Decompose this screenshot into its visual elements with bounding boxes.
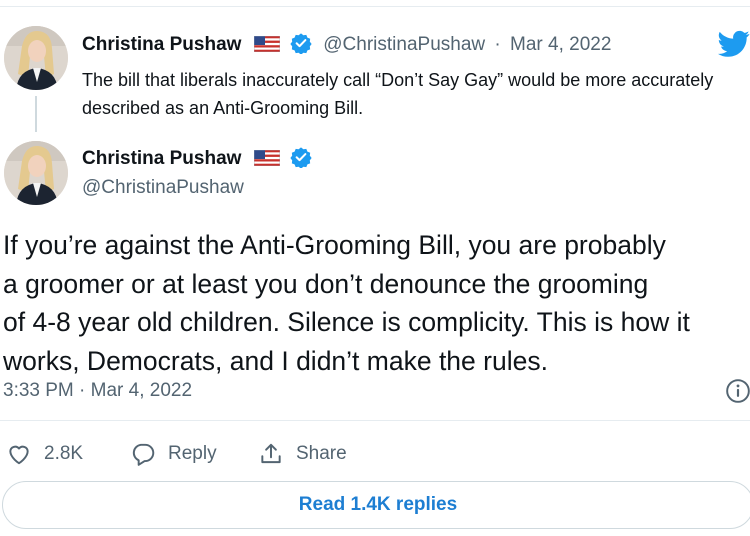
reply-bubble-icon [132,443,155,466]
top-divider [0,0,750,7]
twitter-bird-icon[interactable] [718,30,750,58]
like-button[interactable]: 2.8K [6,436,83,472]
tweet-text-line: a groomer or at least you don’t denounce… [3,268,649,299]
tweet-text: If you’re against the Anti-Grooming Bill… [3,226,750,380]
verified-badge-icon [290,147,312,168]
tweet-timestamp[interactable]: 3:33 PM · Mar 4, 2022 [3,380,192,402]
us-flag-icon [253,150,280,166]
divider [0,420,750,421]
quoted-tweet-header: Christina Pushaw @ChristinaPushaw · Mar … [82,32,611,56]
verified-badge-icon [290,33,312,54]
info-icon[interactable] [725,378,750,404]
like-count: 2.8K [44,443,84,464]
tweet-date[interactable]: Mar 4, 2022 [510,34,611,55]
quoted-tweet-text: The bill that liberals inaccurately call… [82,70,714,118]
reply-label: Reply [168,443,217,464]
share-label: Share [296,443,347,464]
tweet-text-line: of 4-8 year old children. Silence is com… [3,307,690,337]
tweet-text-line: works, Democrats, and I didn’t make the … [3,345,548,376]
share-button[interactable]: Share [258,436,347,472]
handle[interactable]: @ChristinaPushaw [323,34,485,55]
tweet-text-line: If you’re against the Anti-Grooming Bill… [3,230,666,260]
avatar[interactable] [4,26,68,90]
reply-button[interactable]: Reply [130,436,217,472]
handle[interactable]: @ChristinaPushaw [82,177,244,199]
thread-connector-line [35,96,37,132]
read-replies-button[interactable]: Read 1.4K replies [2,481,750,529]
heart-icon [9,445,29,465]
avatar[interactable] [4,141,68,205]
share-icon [261,443,281,464]
separator-dot: · [494,34,501,55]
main-tweet-header: Christina Pushaw [82,146,312,170]
us-flag-icon [253,36,280,52]
display-name[interactable]: Christina Pushaw [82,148,241,169]
display-name[interactable]: Christina Pushaw [82,34,241,55]
